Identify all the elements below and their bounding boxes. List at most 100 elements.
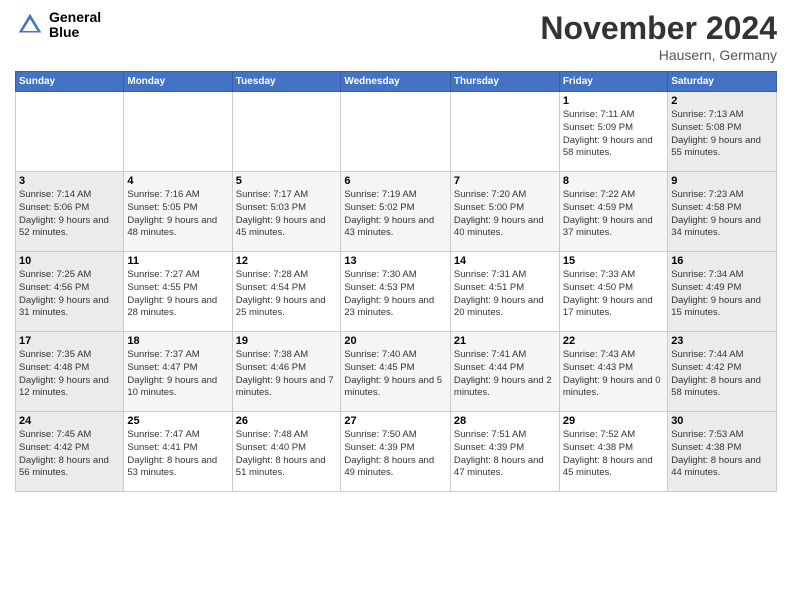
day-number: 10 xyxy=(19,255,120,267)
day-info: Sunrise: 7:13 AMSunset: 5:08 PMDaylight:… xyxy=(671,109,773,160)
calendar-day: 9 Sunrise: 7:23 AMSunset: 4:58 PMDaylight… xyxy=(668,172,777,252)
day-info: Sunrise: 7:40 AMSunset: 4:45 PMDaylight:… xyxy=(344,349,447,400)
day-info: Sunrise: 7:35 AMSunset: 4:48 PMDaylight:… xyxy=(19,349,120,400)
day-info: Sunrise: 7:14 AMSunset: 5:06 PMDaylight:… xyxy=(19,189,120,240)
col-header-friday: Friday xyxy=(559,72,667,92)
col-header-thursday: Thursday xyxy=(450,72,559,92)
day-number: 9 xyxy=(671,175,773,187)
day-number: 14 xyxy=(454,255,556,267)
calendar-day: 27 Sunrise: 7:50 AMSunset: 4:39 PMDayligh… xyxy=(341,412,451,492)
day-info: Sunrise: 7:47 AMSunset: 4:41 PMDaylight:… xyxy=(127,429,228,480)
day-number: 22 xyxy=(563,335,664,347)
calendar-week-2: 3 Sunrise: 7:14 AMSunset: 5:06 PMDaylight… xyxy=(16,172,777,252)
day-info: Sunrise: 7:27 AMSunset: 4:55 PMDaylight:… xyxy=(127,269,228,320)
day-number: 16 xyxy=(671,255,773,267)
calendar-week-1: 1Sunrise: 7:11 AMSunset: 5:09 PMDaylight… xyxy=(16,92,777,172)
day-number: 2 xyxy=(671,95,773,107)
calendar-day: 11 Sunrise: 7:27 AMSunset: 4:55 PMDayligh… xyxy=(124,252,232,332)
day-number: 12 xyxy=(236,255,338,267)
calendar-day: 16 Sunrise: 7:34 AMSunset: 4:49 PMDayligh… xyxy=(668,252,777,332)
calendar-day: 23 Sunrise: 7:44 AMSunset: 4:42 PMDayligh… xyxy=(668,332,777,412)
day-info: Sunrise: 7:48 AMSunset: 4:40 PMDaylight:… xyxy=(236,429,338,480)
day-number: 30 xyxy=(671,415,773,427)
day-number: 11 xyxy=(127,255,228,267)
calendar-day: 3 Sunrise: 7:14 AMSunset: 5:06 PMDaylight… xyxy=(16,172,124,252)
logo-icon xyxy=(15,10,45,40)
calendar-day: 15 Sunrise: 7:33 AMSunset: 4:50 PMDayligh… xyxy=(559,252,667,332)
logo-general: General xyxy=(49,10,101,25)
calendar-day: 30 Sunrise: 7:53 AMSunset: 4:38 PMDayligh… xyxy=(668,412,777,492)
day-number: 6 xyxy=(344,175,447,187)
calendar-day: 7 Sunrise: 7:20 AMSunset: 5:00 PMDaylight… xyxy=(450,172,559,252)
calendar-week-5: 24 Sunrise: 7:45 AMSunset: 4:42 PMDayligh… xyxy=(16,412,777,492)
day-info: Sunrise: 7:51 AMSunset: 4:39 PMDaylight:… xyxy=(454,429,556,480)
month-title: November 2024 xyxy=(540,10,777,47)
calendar-day: 1Sunrise: 7:11 AMSunset: 5:09 PMDaylight… xyxy=(559,92,667,172)
calendar-day xyxy=(16,92,124,172)
calendar-table: SundayMondayTuesdayWednesdayThursdayFrid… xyxy=(15,71,777,492)
calendar-day: 29 Sunrise: 7:52 AMSunset: 4:38 PMDayligh… xyxy=(559,412,667,492)
day-info: Sunrise: 7:16 AMSunset: 5:05 PMDaylight:… xyxy=(127,189,228,240)
day-number: 15 xyxy=(563,255,664,267)
logo: General Blue xyxy=(15,10,101,41)
calendar-day xyxy=(124,92,232,172)
col-header-tuesday: Tuesday xyxy=(232,72,341,92)
day-number: 29 xyxy=(563,415,664,427)
day-number: 21 xyxy=(454,335,556,347)
day-info: Sunrise: 7:45 AMSunset: 4:42 PMDaylight:… xyxy=(19,429,120,480)
calendar-day: 22 Sunrise: 7:43 AMSunset: 4:43 PMDayligh… xyxy=(559,332,667,412)
day-info: Sunrise: 7:41 AMSunset: 4:44 PMDaylight:… xyxy=(454,349,556,400)
title-block: November 2024 Hausern, Germany xyxy=(540,10,777,63)
day-info: Sunrise: 7:33 AMSunset: 4:50 PMDaylight:… xyxy=(563,269,664,320)
calendar-week-4: 17 Sunrise: 7:35 AMSunset: 4:48 PMDayligh… xyxy=(16,332,777,412)
calendar-day: 28Sunrise: 7:51 AMSunset: 4:39 PMDayligh… xyxy=(450,412,559,492)
day-info: Sunrise: 7:20 AMSunset: 5:00 PMDaylight:… xyxy=(454,189,556,240)
day-info: Sunrise: 7:43 AMSunset: 4:43 PMDaylight:… xyxy=(563,349,664,400)
calendar-day: 17 Sunrise: 7:35 AMSunset: 4:48 PMDayligh… xyxy=(16,332,124,412)
day-info: Sunrise: 7:34 AMSunset: 4:49 PMDaylight:… xyxy=(671,269,773,320)
col-header-monday: Monday xyxy=(124,72,232,92)
day-info: Sunrise: 7:28 AMSunset: 4:54 PMDaylight:… xyxy=(236,269,338,320)
calendar-day xyxy=(232,92,341,172)
day-number: 24 xyxy=(19,415,120,427)
day-number: 13 xyxy=(344,255,447,267)
day-info: Sunrise: 7:52 AMSunset: 4:38 PMDaylight:… xyxy=(563,429,664,480)
day-number: 20 xyxy=(344,335,447,347)
day-info: Sunrise: 7:23 AMSunset: 4:58 PMDaylight:… xyxy=(671,189,773,240)
day-number: 17 xyxy=(19,335,120,347)
day-number: 23 xyxy=(671,335,773,347)
header: General Blue November 2024 Hausern, Germ… xyxy=(15,10,777,63)
calendar-day: 14Sunrise: 7:31 AMSunset: 4:51 PMDayligh… xyxy=(450,252,559,332)
calendar-day: 24 Sunrise: 7:45 AMSunset: 4:42 PMDayligh… xyxy=(16,412,124,492)
calendar-day: 18Sunrise: 7:37 AMSunset: 4:47 PMDayligh… xyxy=(124,332,232,412)
day-number: 4 xyxy=(127,175,228,187)
calendar-day: 21 Sunrise: 7:41 AMSunset: 4:44 PMDayligh… xyxy=(450,332,559,412)
calendar-day: 20 Sunrise: 7:40 AMSunset: 4:45 PMDayligh… xyxy=(341,332,451,412)
calendar-day: 12 Sunrise: 7:28 AMSunset: 4:54 PMDayligh… xyxy=(232,252,341,332)
calendar-day: 19Sunrise: 7:38 AMSunset: 4:46 PMDayligh… xyxy=(232,332,341,412)
calendar-day: 4 Sunrise: 7:16 AMSunset: 5:05 PMDaylight… xyxy=(124,172,232,252)
logo-blue: Blue xyxy=(49,25,101,40)
day-number: 27 xyxy=(344,415,447,427)
calendar-day xyxy=(450,92,559,172)
day-info: Sunrise: 7:38 AMSunset: 4:46 PMDaylight:… xyxy=(236,349,338,400)
calendar-day: 5 Sunrise: 7:17 AMSunset: 5:03 PMDaylight… xyxy=(232,172,341,252)
calendar-day: 8Sunrise: 7:22 AMSunset: 4:59 PMDaylight… xyxy=(559,172,667,252)
day-number: 26 xyxy=(236,415,338,427)
day-info: Sunrise: 7:17 AMSunset: 5:03 PMDaylight:… xyxy=(236,189,338,240)
day-info: Sunrise: 7:22 AMSunset: 4:59 PMDaylight:… xyxy=(563,189,664,240)
day-info: Sunrise: 7:53 AMSunset: 4:38 PMDaylight:… xyxy=(671,429,773,480)
col-header-saturday: Saturday xyxy=(668,72,777,92)
calendar-day xyxy=(341,92,451,172)
day-info: Sunrise: 7:44 AMSunset: 4:42 PMDaylight:… xyxy=(671,349,773,400)
calendar-day: 10Sunrise: 7:25 AMSunset: 4:56 PMDayligh… xyxy=(16,252,124,332)
day-number: 18 xyxy=(127,335,228,347)
calendar-day: 13Sunrise: 7:30 AMSunset: 4:53 PMDayligh… xyxy=(341,252,451,332)
day-info: Sunrise: 7:50 AMSunset: 4:39 PMDaylight:… xyxy=(344,429,447,480)
day-number: 25 xyxy=(127,415,228,427)
day-number: 3 xyxy=(19,175,120,187)
day-info: Sunrise: 7:11 AMSunset: 5:09 PMDaylight:… xyxy=(563,109,664,160)
day-number: 7 xyxy=(454,175,556,187)
calendar-day: 26 Sunrise: 7:48 AMSunset: 4:40 PMDayligh… xyxy=(232,412,341,492)
day-number: 5 xyxy=(236,175,338,187)
